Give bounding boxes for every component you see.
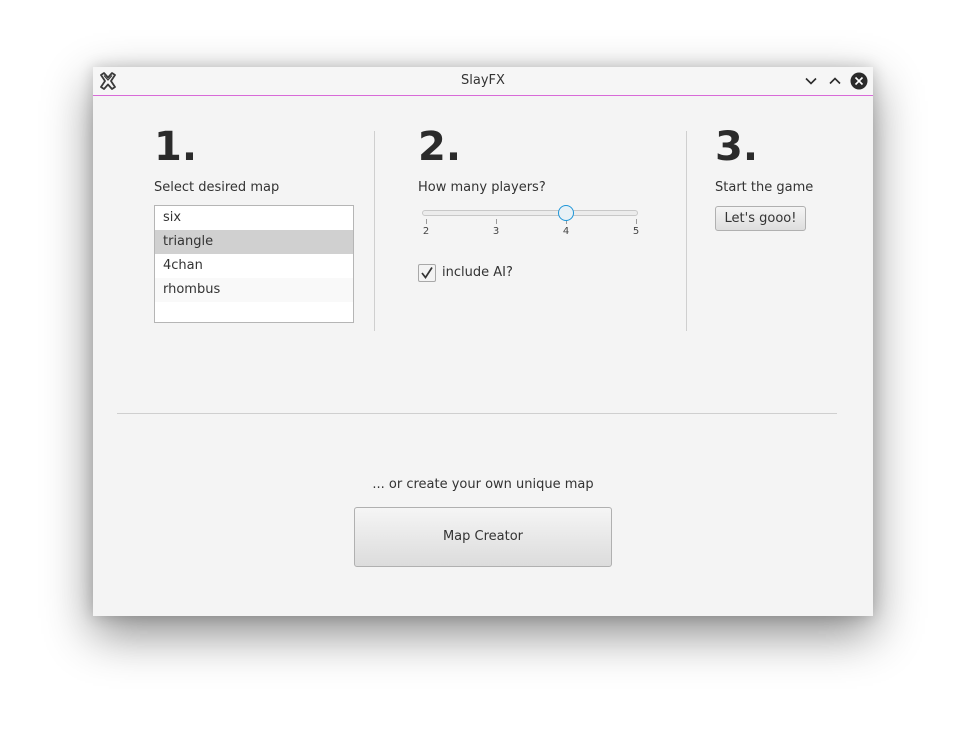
step-3-label: Start the game [715, 180, 814, 195]
map-list-item[interactable]: six [155, 206, 353, 230]
column-divider [374, 131, 375, 331]
step-2-number: 2. [418, 124, 462, 170]
title-bar[interactable]: SlayFX [93, 67, 873, 96]
column-divider [686, 131, 687, 331]
close-circle-icon[interactable] [850, 72, 868, 90]
include-ai-checkbox[interactable] [418, 264, 436, 282]
slider-thumb[interactable] [558, 205, 574, 221]
window-title: SlayFX [461, 73, 505, 88]
checkmark-icon [421, 267, 433, 279]
slider-tick-label: 5 [632, 226, 640, 237]
map-list-item[interactable]: rhombus [155, 278, 353, 302]
chevron-up-icon[interactable] [826, 72, 844, 90]
create-map-label: ... or create your own unique map [372, 477, 594, 492]
slider-tick-label: 4 [562, 226, 570, 237]
step-1-number: 1. [154, 124, 198, 170]
slider-tick-label: 2 [422, 226, 430, 237]
step-1-label: Select desired map [154, 180, 280, 195]
slider-tick-label: 3 [492, 226, 500, 237]
step-2-label: How many players? [418, 180, 546, 195]
chevron-down-icon[interactable] [802, 72, 820, 90]
map-creator-button[interactable]: Map Creator [354, 507, 612, 567]
section-divider [117, 413, 837, 414]
players-slider[interactable]: 2 3 4 5 [418, 205, 640, 241]
slider-tick [636, 219, 637, 224]
map-list-item[interactable]: 4chan [155, 254, 353, 278]
slayfx-window: SlayFX 1. Select desired map six triangl… [93, 67, 873, 616]
slider-tick [496, 219, 497, 224]
map-list[interactable]: six triangle 4chan rhombus [154, 205, 354, 323]
slider-track[interactable] [422, 210, 638, 216]
include-ai-label[interactable]: include AI? [442, 265, 513, 280]
slider-tick [426, 219, 427, 224]
step-3-number: 3. [715, 124, 759, 170]
start-game-button[interactable]: Let's gooo! [715, 206, 806, 231]
map-list-item-selected[interactable]: triangle [155, 230, 353, 254]
